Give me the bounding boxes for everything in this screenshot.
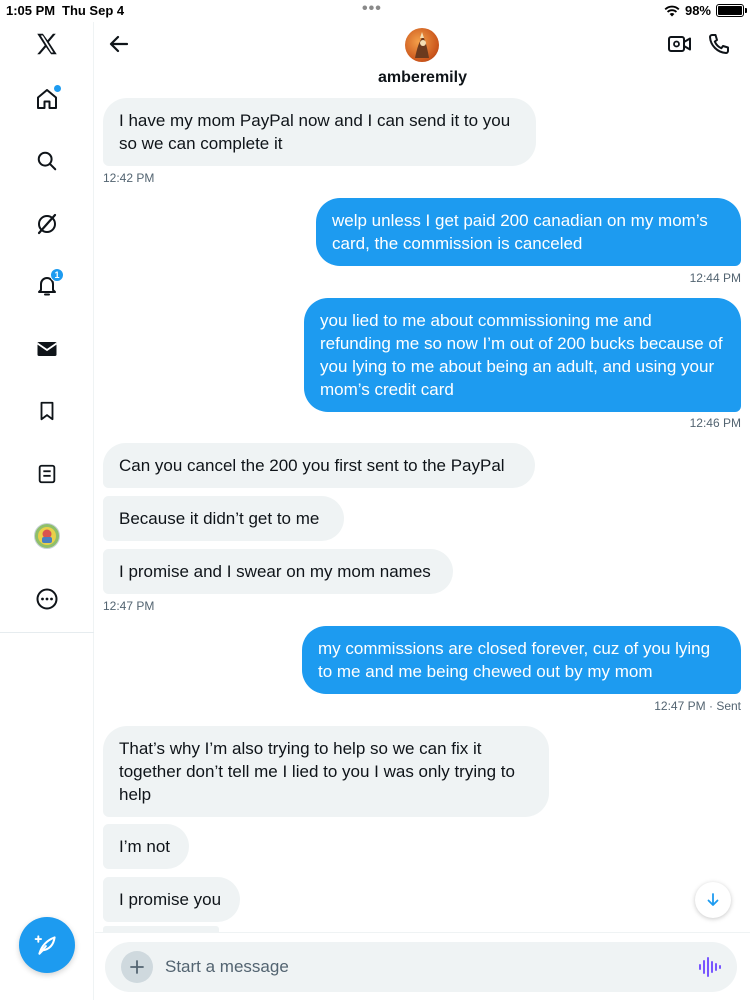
scroll-to-bottom-button[interactable] — [695, 882, 731, 918]
conversation-username[interactable]: amberemily — [95, 69, 750, 87]
video-call-icon[interactable] — [667, 32, 693, 56]
notifications-bell-icon[interactable]: 1 — [30, 268, 64, 302]
battery-percent: 98% — [684, 3, 711, 18]
conversation-avatar[interactable] — [405, 28, 439, 62]
battery-level — [718, 6, 742, 15]
status-date: Thu Sep 4 — [62, 3, 125, 18]
status-bar: 1:05 PM Thu Sep 4 ••• 98% — [0, 0, 750, 22]
compose-feather-icon — [34, 935, 56, 955]
plus-icon — [130, 960, 144, 974]
delivery-status: Sent — [716, 699, 741, 713]
composer-area — [95, 932, 750, 1000]
message-outgoing[interactable]: my commissions are closed forever, cuz o… — [302, 626, 741, 694]
profile-avatar[interactable] — [30, 519, 64, 553]
message-composer — [105, 942, 737, 992]
message-incoming[interactable]: Can you cancel the 200 you first sent to… — [103, 443, 535, 488]
message-outgoing[interactable]: welp unless I get paid 200 canadian on m… — [316, 198, 741, 266]
messages-mail-icon[interactable] — [30, 332, 64, 366]
sidebar-divider — [0, 632, 94, 633]
message-timestamp: 12:44 PM — [689, 271, 741, 285]
sidebar: 1 — [0, 22, 94, 1000]
x-logo-icon[interactable] — [30, 27, 64, 61]
add-attachment-button[interactable] — [121, 951, 153, 983]
message-input[interactable] — [165, 954, 665, 980]
status-time: 1:05 PM — [6, 3, 56, 18]
message-incoming[interactable]: I promise and I swear on my mom names — [103, 549, 453, 594]
message-outgoing[interactable]: you lied to me about commissioning me an… — [304, 298, 741, 412]
message-timestamp: 12:42 PM — [103, 171, 155, 185]
phone-call-icon[interactable] — [707, 32, 731, 56]
battery-icon — [716, 4, 747, 17]
message-incoming[interactable]: That’s why I’m also trying to help so we… — [103, 726, 549, 817]
bookmarks-icon[interactable] — [30, 394, 64, 428]
message-timestamp: 12:46 PM — [689, 416, 741, 430]
message-timestamp-sent: 12:47 PM · Sent — [654, 699, 741, 713]
arrow-down-icon — [707, 893, 719, 906]
voice-message-icon[interactable] — [697, 955, 721, 979]
message-incoming[interactable]: I promise you — [103, 877, 240, 922]
compose-post-button[interactable] — [19, 917, 75, 973]
back-arrow-icon[interactable] — [107, 32, 131, 56]
home-unread-dot — [54, 85, 61, 92]
message-incoming[interactable]: I’m not — [103, 824, 189, 869]
multitasking-dots-icon[interactable]: ••• — [362, 0, 382, 18]
lists-icon[interactable] — [30, 457, 64, 491]
search-icon[interactable] — [30, 144, 64, 178]
status-right: 98% — [664, 3, 747, 18]
message-incoming[interactable]: I have my mom PayPal now and I can send … — [103, 98, 536, 166]
conversation-header: amberemily — [95, 22, 750, 94]
more-options-icon[interactable] — [30, 582, 64, 616]
grok-icon[interactable] — [30, 207, 64, 241]
notification-badge: 1 — [50, 268, 64, 282]
message-timestamp: 12:47 PM — [654, 699, 706, 713]
wifi-icon — [664, 5, 680, 16]
message-incoming[interactable]: Because it didn’t get to me — [103, 496, 344, 541]
message-timestamp: 12:47 PM — [103, 599, 155, 613]
home-icon[interactable] — [30, 82, 64, 116]
